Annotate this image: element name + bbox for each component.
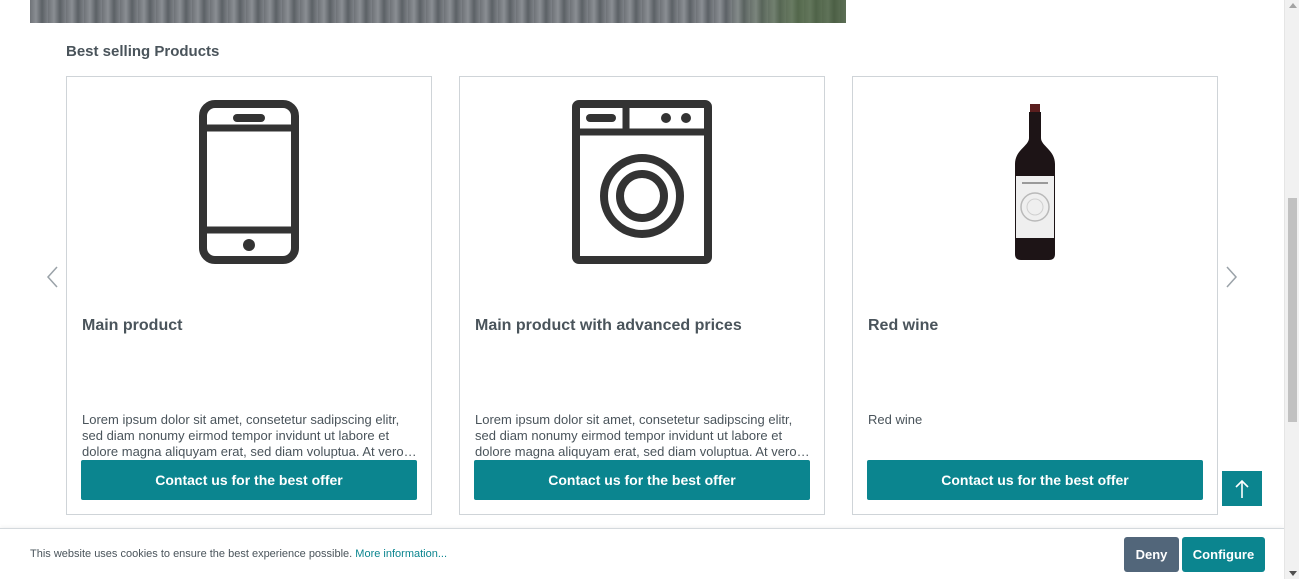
deny-button[interactable]: Deny — [1124, 537, 1179, 572]
product-card[interactable]: Red wine Red wine Contact us for the bes… — [852, 76, 1218, 515]
product-image[interactable] — [460, 97, 824, 267]
slider-next-button[interactable] — [1221, 262, 1241, 292]
cookie-text: This website uses cookies to ensure the … — [30, 548, 353, 560]
product-description: Red wine — [868, 412, 923, 427]
product-title[interactable]: Main product with advanced prices — [475, 317, 810, 335]
page: Best selling Products Main product Lorem… — [0, 0, 1299, 579]
configure-button[interactable]: Configure — [1182, 537, 1265, 572]
page-scrollbar[interactable] — [1284, 0, 1299, 579]
more-information-link[interactable]: More information... — [355, 548, 447, 560]
contact-offer-button[interactable]: Contact us for the best offer — [474, 460, 810, 500]
product-image[interactable] — [853, 97, 1217, 267]
cookie-bar: This website uses cookies to ensure the … — [0, 528, 1284, 579]
product-card[interactable]: Main product with advanced prices Lorem … — [459, 76, 825, 515]
chevron-right-icon — [1226, 266, 1238, 288]
product-image[interactable] — [67, 97, 431, 267]
product-card[interactable]: Main product Lorem ipsum dolor sit amet,… — [66, 76, 432, 515]
product-title[interactable]: Red wine — [868, 317, 1203, 335]
section-title: Best selling Products — [66, 43, 220, 60]
hero-image — [30, 0, 846, 23]
scroll-down-icon[interactable] — [1289, 571, 1297, 576]
scrollbar-thumb[interactable] — [1288, 198, 1297, 422]
chevron-left-icon — [46, 266, 58, 288]
cookie-message: This website uses cookies to ensure the … — [30, 548, 447, 560]
contact-offer-button[interactable]: Contact us for the best offer — [867, 460, 1203, 500]
contact-offer-button[interactable]: Contact us for the best offer — [81, 460, 417, 500]
smartphone-icon — [199, 100, 299, 264]
wine-bottle-icon — [1015, 104, 1055, 260]
product-title[interactable]: Main product — [82, 317, 417, 335]
back-to-top-button[interactable] — [1222, 471, 1262, 506]
product-description: Lorem ipsum dolor sit amet, consetetur s… — [475, 412, 797, 459]
arrow-up-icon — [1235, 479, 1249, 498]
product-description: Lorem ipsum dolor sit amet, consetetur s… — [82, 412, 404, 459]
slider-prev-button[interactable] — [43, 262, 63, 292]
scroll-up-icon[interactable] — [1289, 3, 1297, 8]
washing-machine-icon — [572, 100, 712, 264]
